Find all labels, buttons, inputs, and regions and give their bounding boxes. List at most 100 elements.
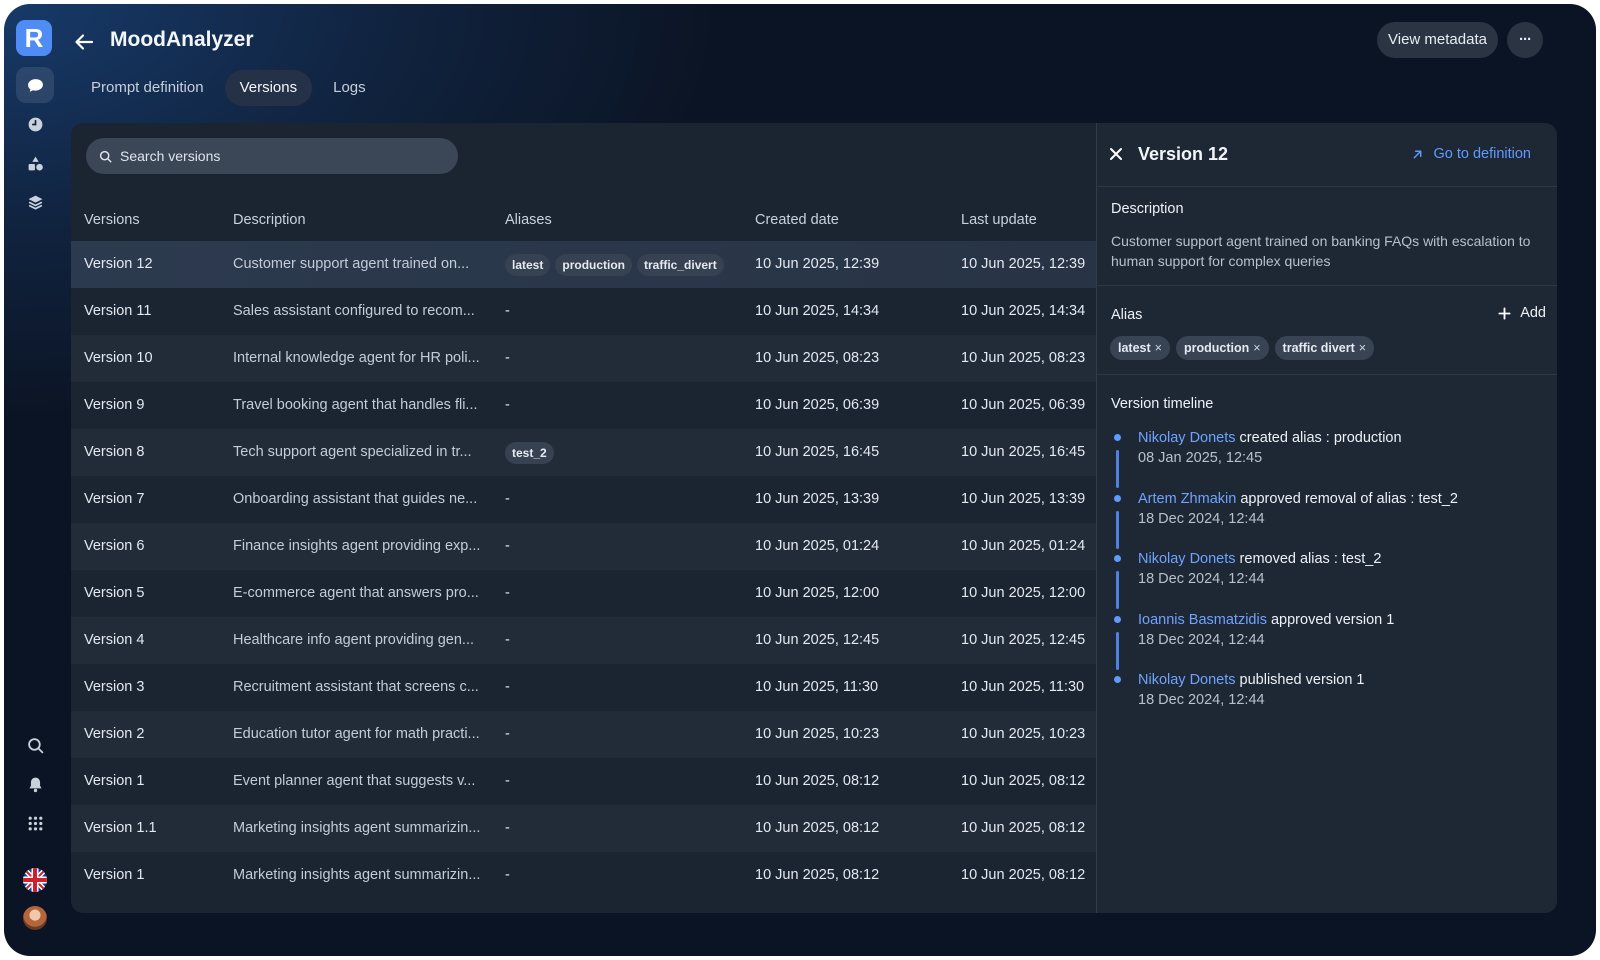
alias-chip-label: production (1183, 341, 1250, 355)
row-created-date: 10 Jun 2025, 01:24 (755, 538, 880, 554)
tab-logs[interactable]: Logs (318, 70, 381, 106)
timeline-action: published version 1 (1239, 672, 1365, 688)
divider (1097, 374, 1557, 375)
alias-tag: traffic_divert (637, 253, 724, 276)
timeline-item: Nikolay Donets removed alias : test_2 18 … (1111, 550, 1551, 611)
versions-table-body: Version 12 Customer support agent trained… (71, 241, 1096, 899)
timeline-dot-icon (1114, 615, 1121, 623)
timeline-user-link[interactable]: Nikolay Donets (1138, 551, 1236, 567)
alias-chip-label: latest (1118, 341, 1151, 355)
empty-alias: - (505, 820, 510, 836)
table-row[interactable]: Version 3 Recruitment assistant that scre… (71, 664, 1096, 711)
row-version: Version 4 (84, 632, 145, 648)
table-row[interactable]: Version 8 Tech support agent specialized … (71, 429, 1096, 476)
column-header-created-date[interactable]: Created date (755, 199, 839, 241)
row-aliases: - (505, 288, 510, 335)
empty-alias: - (505, 867, 510, 883)
column-header-versions[interactable]: Versions (84, 199, 140, 241)
column-header-description[interactable]: Description (233, 199, 306, 241)
go-to-definition-link[interactable]: Go to definition (1412, 146, 1531, 162)
timeline-connector (1116, 510, 1119, 549)
row-last-update: 10 Jun 2025, 13:39 (961, 491, 1086, 507)
timeline-dot-icon (1114, 494, 1121, 502)
row-aliases: - (505, 852, 510, 899)
row-aliases: - (505, 664, 510, 711)
tab-bar: Prompt definition Versions Logs (76, 70, 381, 106)
row-last-update: 10 Jun 2025, 12:39 (961, 256, 1086, 272)
tab-prompt-definition[interactable]: Prompt definition (76, 70, 219, 106)
row-version: Version 6 (84, 538, 145, 554)
row-created-date: 10 Jun 2025, 12:00 (755, 585, 880, 601)
table-row[interactable]: Version 4 Healthcare info agent providing… (71, 617, 1096, 664)
row-version: Version 10 (84, 350, 153, 366)
table-row[interactable]: Version 11 Sales assistant configured to … (71, 288, 1096, 335)
table-row[interactable]: Version 6 Finance insights agent providin… (71, 523, 1096, 570)
table-row[interactable]: Version 5 E-commerce agent that answers p… (71, 570, 1096, 617)
timeline-item: Nikolay Donets created alias : productio… (1111, 429, 1551, 490)
search-box[interactable] (86, 138, 458, 174)
alias-chip: latest × (1110, 336, 1170, 360)
arrow-up-right-icon (1414, 150, 1422, 158)
more-options-button[interactable]: ··· (1507, 22, 1543, 58)
row-created-date: 10 Jun 2025, 08:12 (755, 773, 880, 789)
row-aliases: - (505, 476, 510, 523)
timeline-date: 08 Jan 2025, 12:45 (1138, 450, 1263, 466)
empty-alias: - (505, 350, 510, 366)
clock-icon[interactable] (16, 106, 54, 142)
remove-alias-icon[interactable]: × (1155, 341, 1162, 355)
avatar[interactable] (23, 906, 47, 930)
row-version: Version 8 (84, 444, 145, 460)
app-logo[interactable]: R (16, 20, 52, 56)
row-created-date: 10 Jun 2025, 10:23 (755, 726, 880, 742)
column-header-last-update[interactable]: Last update (961, 199, 1037, 241)
table-row[interactable]: Version 2 Education tutor agent for math … (71, 711, 1096, 758)
page-title: MoodAnalyzer (110, 28, 254, 51)
row-created-date: 10 Jun 2025, 14:34 (755, 303, 880, 319)
column-header-aliases[interactable]: Aliases (505, 199, 552, 241)
empty-alias: - (505, 538, 510, 554)
row-last-update: 10 Jun 2025, 01:24 (961, 538, 1086, 554)
table-row[interactable]: Version 7 Onboarding assistant that guide… (71, 476, 1096, 523)
uk-flag-icon[interactable] (23, 868, 47, 892)
row-aliases: - (505, 382, 510, 429)
timeline-user-link[interactable]: Nikolay Donets (1138, 430, 1236, 446)
version-timeline: Nikolay Donets created alias : productio… (1111, 429, 1551, 732)
row-created-date: 10 Jun 2025, 08:23 (755, 350, 880, 366)
back-arrow-icon[interactable] (72, 30, 96, 54)
table-row[interactable]: Version 1 Marketing insights agent summar… (71, 852, 1096, 899)
timeline-item: Ioannis Basmatzidis approved version 1 18… (1111, 611, 1551, 672)
alias-chip-list: latest × production × traffic divert × (1110, 336, 1375, 360)
timeline-user-link[interactable]: Ioannis Basmatzidis (1138, 612, 1267, 628)
row-aliases: - (505, 335, 510, 382)
timeline-user-link[interactable]: Nikolay Donets (1138, 672, 1236, 688)
add-alias-button[interactable]: Add (1498, 305, 1546, 321)
layers-icon[interactable] (16, 184, 54, 220)
row-aliases: - (505, 758, 510, 805)
search-input[interactable] (120, 148, 440, 164)
timeline-text: Nikolay Donets removed alias : test_2 (1138, 550, 1551, 569)
table-row[interactable]: Version 10 Internal knowledge agent for H… (71, 335, 1096, 382)
table-row[interactable]: Version 1 Event planner agent that sugges… (71, 758, 1096, 805)
row-description: Sales assistant configured to recom... (233, 303, 475, 319)
shapes-icon[interactable] (16, 145, 54, 181)
chat-icon[interactable] (16, 67, 54, 103)
row-version: Version 1 (84, 867, 145, 883)
timeline-action: approved removal of alias : test_2 (1240, 490, 1458, 507)
detail-title: Version 12 (1138, 144, 1229, 164)
close-icon[interactable] (1109, 147, 1123, 161)
timeline-user-link[interactable]: Artem Zhmakin (1138, 491, 1236, 507)
row-last-update: 10 Jun 2025, 08:12 (961, 773, 1086, 789)
apps-grid-icon[interactable] (16, 805, 54, 841)
table-row[interactable]: Version 12 Customer support agent trained… (71, 241, 1096, 288)
remove-alias-icon[interactable]: × (1359, 341, 1366, 355)
timeline-dot-icon (1114, 555, 1121, 562)
row-aliases: - (505, 523, 510, 570)
bell-icon[interactable] (16, 766, 54, 802)
table-row[interactable]: Version 9 Travel booking agent that handl… (71, 382, 1096, 429)
row-aliases: - (505, 805, 510, 852)
view-metadata-button[interactable]: View metadata (1377, 22, 1498, 58)
table-row[interactable]: Version 1.1 Marketing insights agent summ… (71, 805, 1096, 852)
remove-alias-icon[interactable]: × (1253, 341, 1260, 355)
tab-versions[interactable]: Versions (224, 70, 313, 106)
search-icon[interactable] (16, 727, 54, 763)
